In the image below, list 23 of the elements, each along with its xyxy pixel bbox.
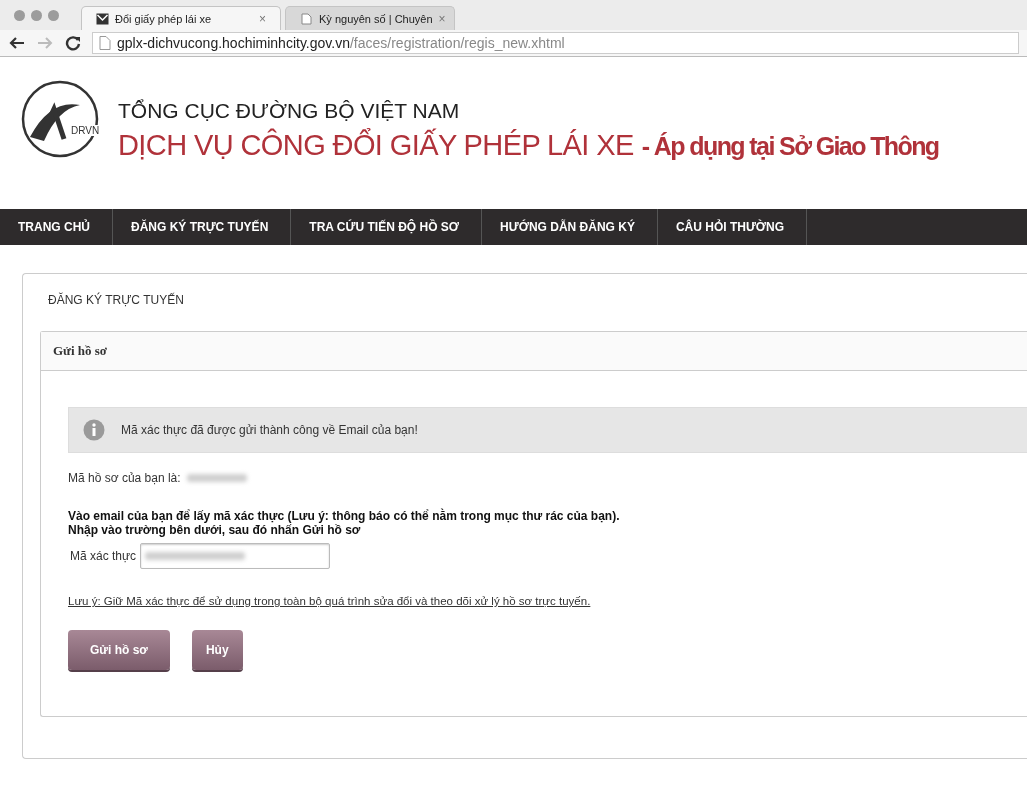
field-label: Mã xác thực	[70, 549, 137, 563]
nav-link[interactable]: TRANG CHỦ	[0, 209, 113, 245]
organization-title: TỔNG CỤC ĐƯỜNG BỘ VIỆT NAM	[118, 99, 461, 123]
note-link[interactable]: Lưu ý: Giữ Mã xác thực để sử dụng trong toàn bộ quá trình sửa đổi và theo dõi xử lý hồ sơ trực tuyến.	[68, 595, 591, 607]
nav-link[interactable]: ĐĂNG KÝ TRỰC TUYẾN	[113, 209, 292, 245]
instruction-text: Nhập vào trường bên dưới, sau đó nhấn Gửi hồ sơ	[68, 523, 362, 537]
cancel-button[interactable]: Hủy	[191, 630, 243, 670]
service-title: DỊCH VỤ CÔNG ĐỔI GIẤY PHÉP LÁI XE	[118, 129, 634, 162]
info-message: Mã xác thực đã được gửi thành công về Email của bạn!	[121, 423, 418, 437]
service-subtitle: - Áp dụng tại Sở Giao Thông	[641, 132, 939, 161]
submit-button[interactable]: Gửi hồ sơ	[68, 630, 170, 670]
page-heading: ĐĂNG KÝ TRỰC TUYẾN	[47, 291, 185, 309]
instruction-text: Vào email của bạn để lấy mã xác thực (Lưu ý: thông báo có thể nằm trong mục thư rác của bạn).	[68, 509, 621, 523]
nav-link[interactable]: HƯỚNG DẪN ĐĂNG KÝ	[482, 209, 658, 245]
nav-link[interactable]: TRA CỨU TIẾN ĐỘ HỒ SƠ	[291, 209, 483, 245]
panel-title: Gửi hồ sơ	[41, 332, 1027, 371]
nav-link[interactable]: CÂU HỎI THƯỜNG	[657, 209, 808, 245]
browser-tab[interactable]: Đổi giấy phép lái xe ×	[81, 6, 281, 30]
logo-text: DRVN	[70, 125, 101, 136]
record-label: Mã hồ sơ của bạn là:	[68, 471, 181, 485]
close-icon[interactable]: ×	[259, 11, 266, 26]
address-bar[interactable]: gplx-dichvucong.hochiminhcity.gov.vn/faces/registration/regis_new.xhtml	[92, 32, 1019, 54]
browser-tab[interactable]: Kỳ nguyên số | Chuyên ×	[285, 6, 455, 30]
